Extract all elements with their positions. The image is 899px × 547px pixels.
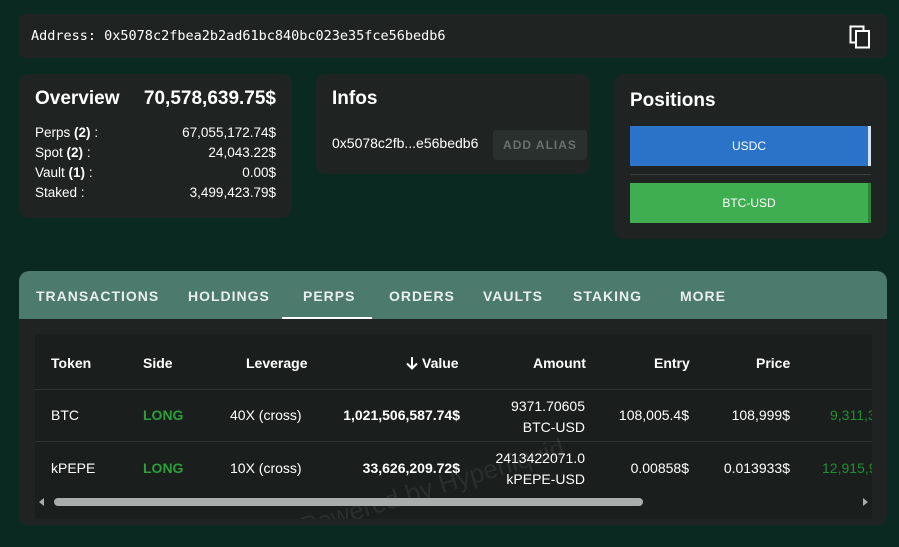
divider (35, 441, 872, 442)
divider (630, 174, 871, 175)
header-leverage[interactable]: Leverage (246, 355, 307, 371)
short-address: 0x5078c2fb...e56bedb6 (332, 135, 479, 151)
header-value[interactable]: Value (405, 355, 459, 371)
positions-card: Positions USDC BTC-USD (614, 74, 887, 239)
infos-card: Infos 0x5078c2fb...e56bedb6 ADD ALIAS (316, 74, 590, 174)
overview-value: 3,499,423.79$ (189, 185, 276, 200)
cell-price: 0.013933$ (723, 460, 790, 476)
position-bar-usdc[interactable]: USDC (630, 126, 871, 166)
tab-bar: TRANSACTIONS HOLDINGS PERPS ORDERS VAULT… (19, 271, 887, 319)
overview-value: 24,043.22$ (208, 145, 276, 160)
cell-token: BTC (51, 407, 79, 423)
cell-value: 33,626,209.72$ (362, 460, 460, 476)
header-price[interactable]: Price (756, 355, 790, 371)
header-entry[interactable]: Entry (654, 355, 690, 371)
cell-entry: 108,005.4$ (618, 407, 689, 423)
cell-amount: 2413422071.0 kPEPE-USD (495, 450, 585, 487)
cell-price: 108,999$ (731, 407, 790, 423)
tab-transactions[interactable]: TRANSACTIONS (36, 288, 159, 304)
copy-icon[interactable] (849, 25, 871, 49)
infos-title: Infos (332, 88, 378, 109)
header-token[interactable]: Token (51, 355, 91, 371)
tab-more[interactable]: MORE (680, 288, 726, 304)
sort-down-arrow-icon (406, 357, 418, 370)
cell-leverage: 40X (cross) (230, 407, 302, 423)
scrollbar-thumb[interactable] (54, 498, 643, 506)
cell-pnl: 12,915,9 (822, 460, 872, 476)
tab-perps[interactable]: PERPS (303, 288, 355, 304)
overview-title: Overview (35, 88, 120, 109)
cell-side: LONG (143, 460, 184, 476)
address-value: 0x5078c2fbea2b2ad61bc840bc023e35fce56bed… (104, 28, 446, 44)
cell-leverage: 10X (cross) (230, 460, 302, 476)
scroll-left-arrow-icon[interactable] (39, 498, 44, 506)
address-text: Address: 0x5078c2fbea2b2ad61bc840bc023e3… (31, 28, 446, 44)
header-side[interactable]: Side (143, 355, 173, 371)
header-amount[interactable]: Amount (533, 355, 586, 371)
cell-value: 1,021,506,587.74$ (343, 407, 460, 423)
cell-side: LONG (143, 407, 184, 423)
address-bar: Address: 0x5078c2fbea2b2ad61bc840bc023e3… (19, 14, 887, 58)
overview-row-spot: Spot (2) : 24,043.22$ (35, 143, 276, 163)
divider (35, 389, 872, 390)
horizontal-scrollbar[interactable] (35, 496, 872, 508)
tab-orders[interactable]: ORDERS (389, 288, 455, 304)
address-label: Address: (31, 28, 97, 44)
positions-title: Positions (630, 90, 716, 111)
main-panel: TRANSACTIONS HOLDINGS PERPS ORDERS VAULT… (19, 271, 887, 525)
overview-card: Overview 70,578,639.75$ Perps (2) : 67,0… (19, 74, 292, 218)
tab-holdings[interactable]: HOLDINGS (188, 288, 270, 304)
perps-table: Token Side Leverage Value Amount Entry P… (35, 334, 872, 519)
cell-token: kPEPE (51, 460, 96, 476)
add-alias-button[interactable]: ADD ALIAS (493, 130, 587, 160)
overview-value: 0.00$ (242, 165, 276, 180)
cell-pnl: 9,311,3 (830, 407, 872, 423)
overview-total: 70,578,639.75$ (143, 88, 276, 109)
overview-value: 67,055,172.74$ (182, 125, 276, 140)
cell-entry: 0.00858$ (630, 460, 689, 476)
position-bar-btc-usd[interactable]: BTC-USD (630, 183, 871, 223)
active-tab-indicator (282, 317, 372, 319)
scroll-right-arrow-icon[interactable] (863, 498, 868, 506)
cell-amount: 9371.70605 BTC-USD (511, 398, 585, 435)
overview-row-perps: Perps (2) : 67,055,172.74$ (35, 123, 276, 143)
tab-vaults[interactable]: VAULTS (483, 288, 543, 304)
overview-row-vault: Vault (1) : 0.00$ (35, 163, 276, 183)
tab-staking[interactable]: STAKING (573, 288, 642, 304)
overview-row-staked: Staked : 3,499,423.79$ (35, 183, 276, 203)
